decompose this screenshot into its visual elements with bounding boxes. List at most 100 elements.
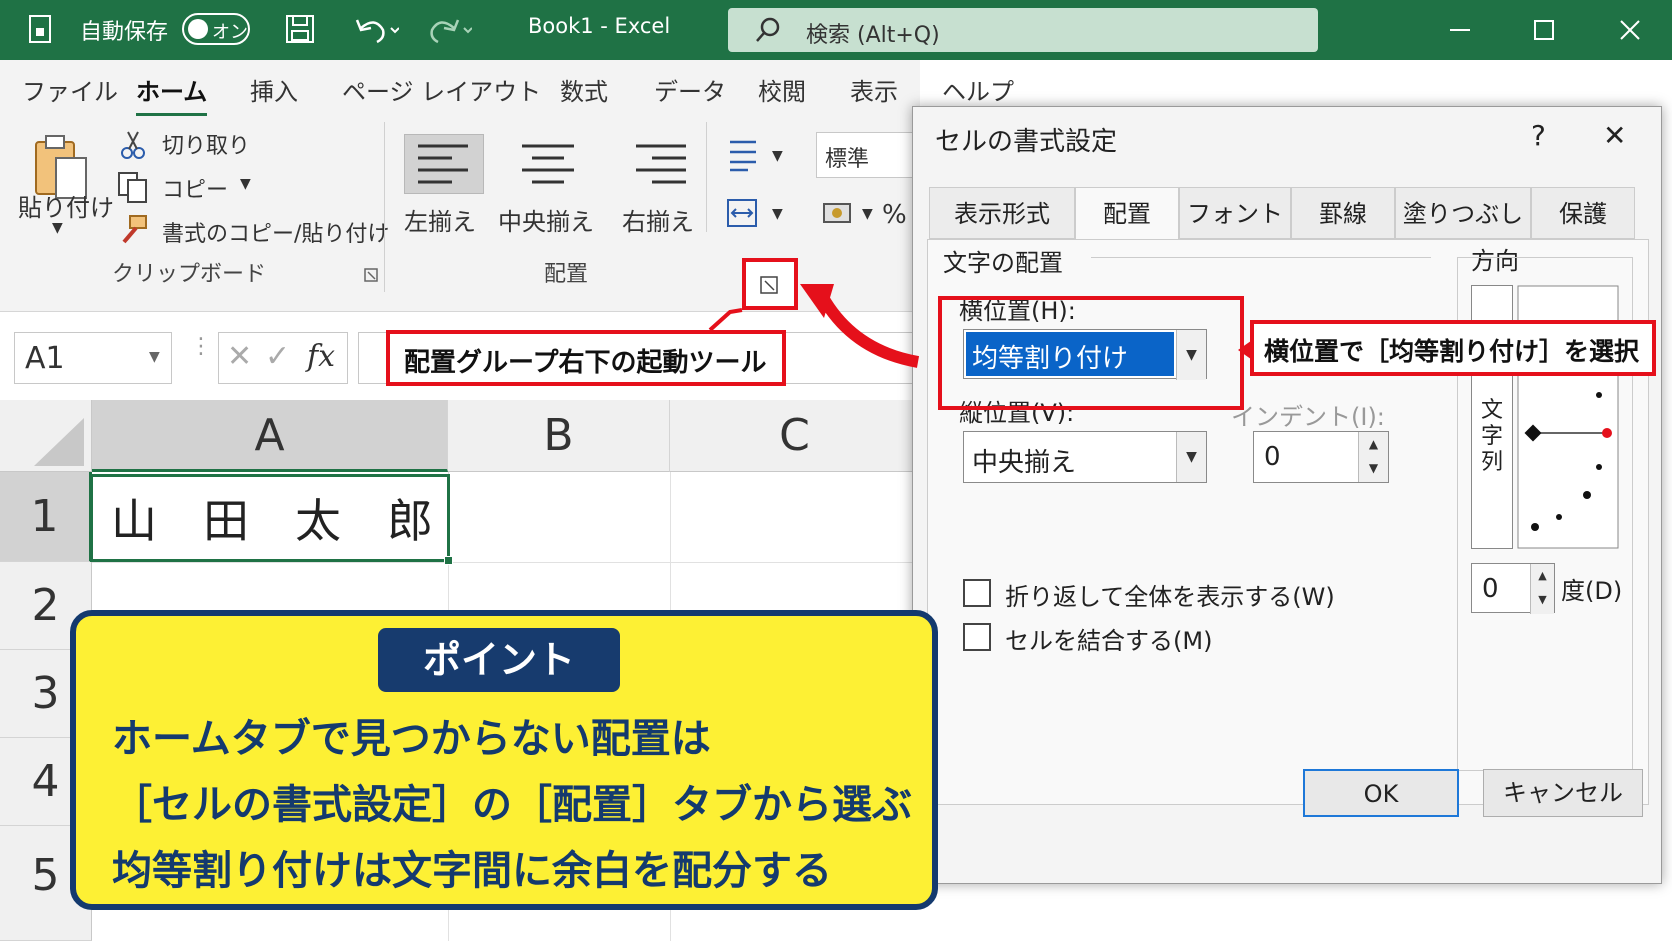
formula-buttons: ✕ ✓ fx [218,332,348,384]
align-left-label: 左揃え [404,208,476,236]
dialog-tab-font[interactable]: フォント [1179,187,1291,239]
chevron-down-icon[interactable]: ▼ [240,176,251,192]
tab-page-layout[interactable]: ページ レイアウト [342,72,541,107]
dialog-tab-border[interactable]: 罫線 [1291,187,1395,239]
copy-icon [118,172,147,203]
format-painter-icon [122,215,147,244]
tab-formulas[interactable]: 数式 [560,72,608,107]
search-box[interactable]: 検索 (Alt+Q) [728,8,1318,52]
dialog-close-icon[interactable]: ✕ [1603,119,1626,152]
clipboard-group-label: クリップボード [112,262,267,287]
document-title: Book1 - Excel [528,14,671,38]
align-center-label: 中央揃え [498,208,594,236]
point-line: 均等割り付けは文字間に余白を配分する [112,848,832,894]
autosave-toggle[interactable]: オン [182,13,250,45]
section-divider [1091,257,1431,258]
launcher-callout: 配置グループ右下の起動ツール [386,330,786,386]
align-right-label: 右揃え [622,208,694,236]
align-right-icon[interactable] [634,142,688,186]
point-badge: ポイント [378,628,620,692]
vertical-select[interactable]: 中央揃え ▼ [963,431,1207,483]
point-line: ホームタブで見つからない配置は [112,716,711,762]
redo-icon[interactable] [428,16,472,44]
copy-button[interactable]: コピー [162,172,228,204]
cell-a1-char: 田 [203,494,249,548]
autosave-label: 自動保存 [80,20,169,45]
name-box[interactable]: A1 ▼ [14,332,172,384]
degree-label: 度(D) [1561,577,1623,605]
undo-icon[interactable] [355,16,399,44]
vertical-text-label: 文字列 [1481,398,1504,475]
format-cells-dialog: セルの書式設定 ? ✕ 表示形式 配置 フォント 罫線 塗りつぶし 保護 文字の… [912,106,1662,884]
dialog-launcher-icon[interactable] [364,268,378,282]
chevron-down-icon[interactable]: ▼ [772,206,783,222]
merge-center-icon[interactable] [726,196,758,230]
align-center-icon[interactable] [520,142,576,186]
chevron-down-icon: ▼ [1176,432,1206,482]
wrap-text-checkbox[interactable] [963,579,991,607]
dialog-tab-fill[interactable]: 塗りつぶし [1395,187,1531,239]
chevron-down-icon[interactable]: ▼ [862,206,873,222]
minimize-icon[interactable] [1448,18,1472,42]
tab-view[interactable]: 表示 [850,72,898,107]
cell-a1[interactable]: 山 田 太 郎 [90,474,453,565]
cut-button[interactable]: 切り取り [162,128,250,160]
enter-icon[interactable]: ✓ [265,339,290,374]
maximize-icon[interactable] [1532,18,1556,42]
separator [384,122,385,292]
spinner-icon[interactable]: ▲ ▼ [1358,432,1388,482]
insert-function-icon[interactable]: fx [307,339,335,374]
merge-cells-checkbox[interactable] [963,623,991,651]
column-header-b[interactable]: B [448,400,670,472]
format-painter-button[interactable]: 書式のコピー/貼り付け [162,216,389,248]
search-placeholder: 検索 (Alt+Q) [806,23,940,48]
tab-home[interactable]: ホーム [136,72,208,117]
horizontal-highlight [938,296,1244,410]
save-icon[interactable] [285,14,315,44]
row-header-1[interactable]: 1 [0,472,92,562]
align-left-icon[interactable] [416,142,470,186]
indent-input[interactable]: 0 ▲ ▼ [1253,431,1389,483]
horizontal-callout: 横位置で［均等割り付け］を選択 [1250,320,1656,376]
scissors-icon [121,131,145,159]
help-icon[interactable]: ? [1531,119,1546,152]
name-box-value: A1 [25,341,65,376]
chevron-down-icon: ▼ [149,349,160,365]
number-format-value: 標準 [825,147,870,172]
select-all[interactable] [0,400,92,472]
chevron-down-icon[interactable]: ▼ [772,148,783,164]
tab-help[interactable]: ヘルプ [942,72,1014,107]
paste-label: 貼り付け [18,194,114,222]
degree-input[interactable]: 0 ▲ ▼ [1471,563,1555,614]
tab-insert[interactable]: 挿入 [250,72,298,107]
number-format-select[interactable]: 標準 [816,132,926,178]
column-header-c[interactable]: C [670,400,920,472]
title-bar: 自動保存 オン Book1 - Excel 検索 (Alt+Q) [0,0,1672,60]
vertical-value: 中央揃え [972,448,1077,478]
close-icon[interactable] [1618,18,1642,42]
dialog-tab-number[interactable]: 表示形式 [929,187,1075,239]
percent-button[interactable]: % [882,200,907,230]
cell-a1-char: 太 [295,494,341,548]
tab-file[interactable]: ファイル [22,72,118,107]
column-header-a[interactable]: A [92,400,448,472]
cancel-button[interactable]: キャンセル [1483,769,1643,817]
tab-data[interactable]: データ [654,72,726,107]
wrap-text-icon[interactable] [728,138,758,172]
merge-cells-label: セルを結合する(M) [1005,627,1213,655]
save-status-icon [29,15,51,43]
ok-button[interactable]: OK [1303,769,1459,817]
dialog-tab-alignment[interactable]: 配置 [1075,187,1179,240]
tab-review[interactable]: 校閲 [758,72,806,107]
cancel-entry-icon[interactable]: ✕ [227,339,252,374]
indent-label: インデント(I): [1231,403,1385,431]
gridline [92,562,920,563]
indent-value: 0 [1264,442,1281,472]
currency-icon[interactable] [822,198,858,228]
spinner-icon[interactable]: ▲ ▼ [1530,564,1554,614]
point-box: ポイント ホームタブで見つからない配置は ［セルの書式設定］の［配置］タブから選… [70,610,938,910]
fill-handle[interactable] [444,556,453,565]
degree-value: 0 [1482,574,1499,604]
chevron-down-icon: ▼ [52,220,63,236]
dialog-tab-protection[interactable]: 保護 [1531,187,1635,239]
